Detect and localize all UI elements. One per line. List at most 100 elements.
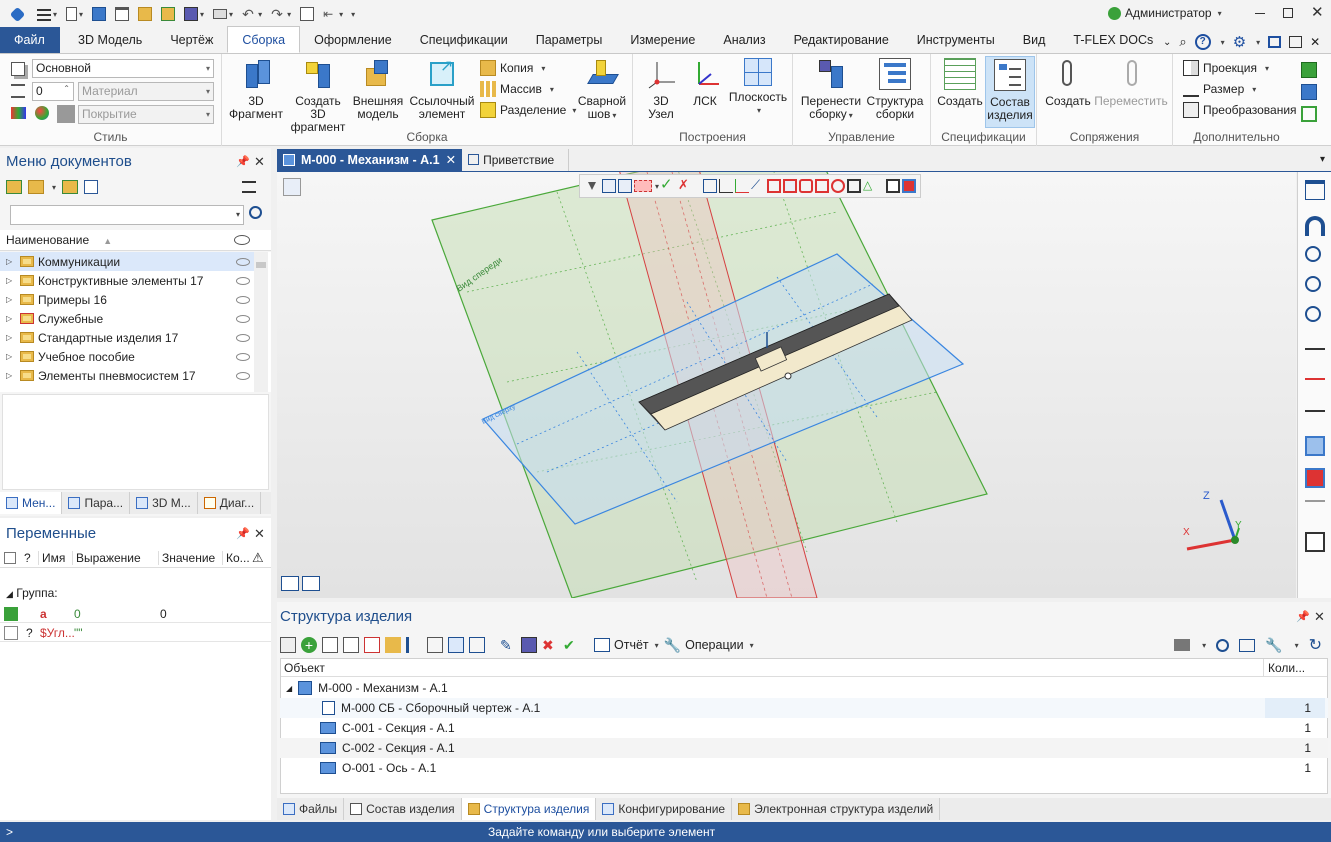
qat-customize-icon[interactable]: ▾ — [351, 10, 355, 19]
tab-structure[interactable]: Структура изделия — [461, 798, 597, 820]
window-icon[interactable] — [115, 7, 130, 21]
operations-button[interactable]: 🔧 Операции ▾ — [664, 637, 754, 654]
open-icon[interactable] — [138, 7, 153, 21]
glasses-3-icon[interactable] — [1305, 402, 1325, 412]
col-qty[interactable]: Коли... — [1263, 659, 1327, 677]
tree-item-constructive[interactable]: ▷ Конструктивные элементы 17 — [0, 271, 268, 290]
layout-icon[interactable] — [1268, 36, 1282, 48]
report-button[interactable]: Отчёт ▾ — [594, 638, 659, 652]
save-icon[interactable] — [184, 7, 199, 21]
structure-columns-icon[interactable] — [1239, 638, 1256, 652]
viewport-mode-icon-1[interactable] — [281, 576, 299, 591]
tab-edit[interactable]: Редактирование — [780, 27, 903, 53]
tool-select-icon[interactable] — [280, 637, 296, 653]
level-spinner[interactable]: 0 ⌃ — [32, 82, 74, 101]
check-cube-icon[interactable] — [1305, 436, 1325, 456]
filter-list-icon[interactable] — [618, 179, 632, 193]
tab-specifications[interactable]: Спецификации — [406, 27, 522, 53]
weld-seam-button[interactable]: Сварной шов ▾ — [574, 58, 630, 122]
variables-pin-icon[interactable]: 📌 — [236, 527, 250, 540]
lcs-button[interactable]: ЛСК — [685, 58, 725, 108]
doc-tab-mechanism[interactable]: М-000 - Механизм - А.1 ✕ — [277, 148, 463, 171]
new-document-icon[interactable] — [66, 7, 78, 21]
grid-select-icon[interactable] — [703, 179, 718, 193]
color-filter-icon[interactable] — [634, 180, 652, 192]
structure-settings-icon[interactable]: 🔧 — [1265, 637, 1282, 654]
assembly-select-icon[interactable] — [886, 179, 901, 193]
structure-search-icon[interactable] — [1216, 638, 1230, 652]
variable-row-a[interactable]: a 0 0 — [0, 605, 271, 623]
filter-icon[interactable] — [588, 182, 596, 190]
close-button[interactable]: ✕ — [1311, 3, 1324, 21]
structure-row-root[interactable]: ◢ М-000 - Механизм - А.1 — [280, 678, 1328, 698]
glasses-icon[interactable] — [1305, 340, 1325, 350]
pin-icon[interactable]: 📌 — [236, 155, 250, 168]
tree-item-service[interactable]: ▷ Служебные — [0, 309, 268, 328]
tree-scrollbar[interactable] — [254, 252, 268, 392]
help-icon[interactable]: ? — [1194, 34, 1211, 50]
tree-item-tutorial[interactable]: ▷ Учебное пособие — [0, 347, 268, 366]
restore-icon[interactable] — [1289, 36, 1303, 48]
tab-view[interactable]: Вид — [1009, 27, 1060, 53]
user-indicator[interactable]: Администратор ▾ — [1108, 6, 1222, 20]
reference-element-button[interactable]: ↗ Ссылочный элемент — [406, 58, 478, 121]
layer-combo[interactable]: Основной ▾ — [32, 59, 214, 78]
tabs-scroll-icon[interactable]: ▾ — [1320, 154, 1325, 165]
tab-parameters[interactable]: Параметры — [522, 27, 617, 53]
check-filter-icon[interactable]: ✓ — [660, 176, 676, 196]
tool-cad-icon[interactable] — [469, 637, 485, 653]
structure-row-section-1[interactable]: С-001 - Секция - А.1 1 — [280, 718, 1328, 738]
new-3d-icon[interactable] — [92, 7, 107, 21]
link-folder-icon[interactable] — [62, 180, 79, 194]
move-mate-button[interactable]: Переместить — [1093, 58, 1169, 108]
3d-node-button[interactable]: 3D Узел — [641, 58, 681, 121]
regenerate-icon[interactable] — [300, 7, 315, 21]
face-select-2-icon[interactable] — [799, 179, 814, 193]
tab-measure[interactable]: Измерение — [616, 27, 709, 53]
copy-button[interactable]: Копия ▾ — [480, 60, 545, 76]
tool-tree-icon[interactable] — [406, 637, 422, 653]
tab-3d-model-tree[interactable]: 3D М... — [130, 492, 198, 514]
rotate-icon[interactable] — [1305, 500, 1325, 510]
col-object[interactable]: Объект — [284, 659, 325, 677]
add-folder-icon[interactable] — [6, 180, 22, 194]
tool-apply-icon[interactable]: ✔ — [563, 637, 579, 653]
tab-file[interactable]: Файл — [0, 27, 60, 53]
array-button[interactable]: Массив ▾ — [480, 81, 554, 97]
tree-item-communications[interactable]: ▷ Коммуникации — [0, 252, 268, 271]
variables-close-icon[interactable]: ✕ — [254, 526, 265, 542]
layers-toggle-icon[interactable] — [283, 178, 301, 196]
panel-close-icon[interactable]: ✕ — [254, 154, 265, 170]
tab-doc-menu[interactable]: Мен... — [0, 492, 63, 514]
zoom-all-icon[interactable] — [1305, 306, 1321, 322]
solid-select-icon[interactable] — [847, 179, 862, 193]
tab-formatting[interactable]: Оформление — [300, 27, 406, 53]
tab-3d-model[interactable]: 3D Модель — [60, 27, 156, 53]
create-spec-button[interactable]: Создать — [935, 58, 985, 108]
magnet-icon[interactable] — [1305, 216, 1325, 236]
tab-tools[interactable]: Инструменты — [903, 27, 1009, 53]
structure-row-section-2[interactable]: С-002 - Секция - А.1 1 — [280, 738, 1328, 758]
settings-icon[interactable]: ⚙ — [1233, 33, 1246, 51]
tab-configuration[interactable]: Конфигурирование — [596, 798, 733, 820]
edge-select-icon[interactable] — [815, 179, 830, 193]
group-row[interactable]: ◢ Группа: — [6, 586, 58, 600]
uncheck-filter-icon[interactable]: ✗ — [678, 176, 694, 196]
view-cube-icon[interactable] — [1305, 532, 1325, 552]
split-button[interactable]: Разделение ▾ — [480, 102, 576, 118]
panel-icon[interactable] — [1305, 180, 1325, 200]
undo-icon[interactable]: ↶ — [242, 7, 256, 21]
tool-edit-icon[interactable]: ✎ — [500, 637, 516, 653]
tab-params[interactable]: Пара... — [62, 492, 131, 514]
macro-icon[interactable]: ⇤ — [323, 7, 337, 21]
face-select-icon[interactable] — [783, 179, 798, 193]
tool-add-icon[interactable]: + — [301, 637, 317, 653]
search-help-icon[interactable]: ⌕ — [1179, 34, 1186, 50]
colors-icon[interactable] — [35, 106, 49, 120]
double-check-icon[interactable] — [1305, 468, 1325, 488]
variable-row-angle[interactable]: ? $Угл... "" — [0, 624, 271, 642]
tree-item-standard[interactable]: ▷ Стандартные изделия 17 — [0, 328, 268, 347]
coating-swatch[interactable] — [57, 105, 75, 123]
documents-search-input[interactable]: ▾ — [10, 205, 244, 225]
extra-tool-1-icon[interactable] — [1301, 62, 1317, 78]
